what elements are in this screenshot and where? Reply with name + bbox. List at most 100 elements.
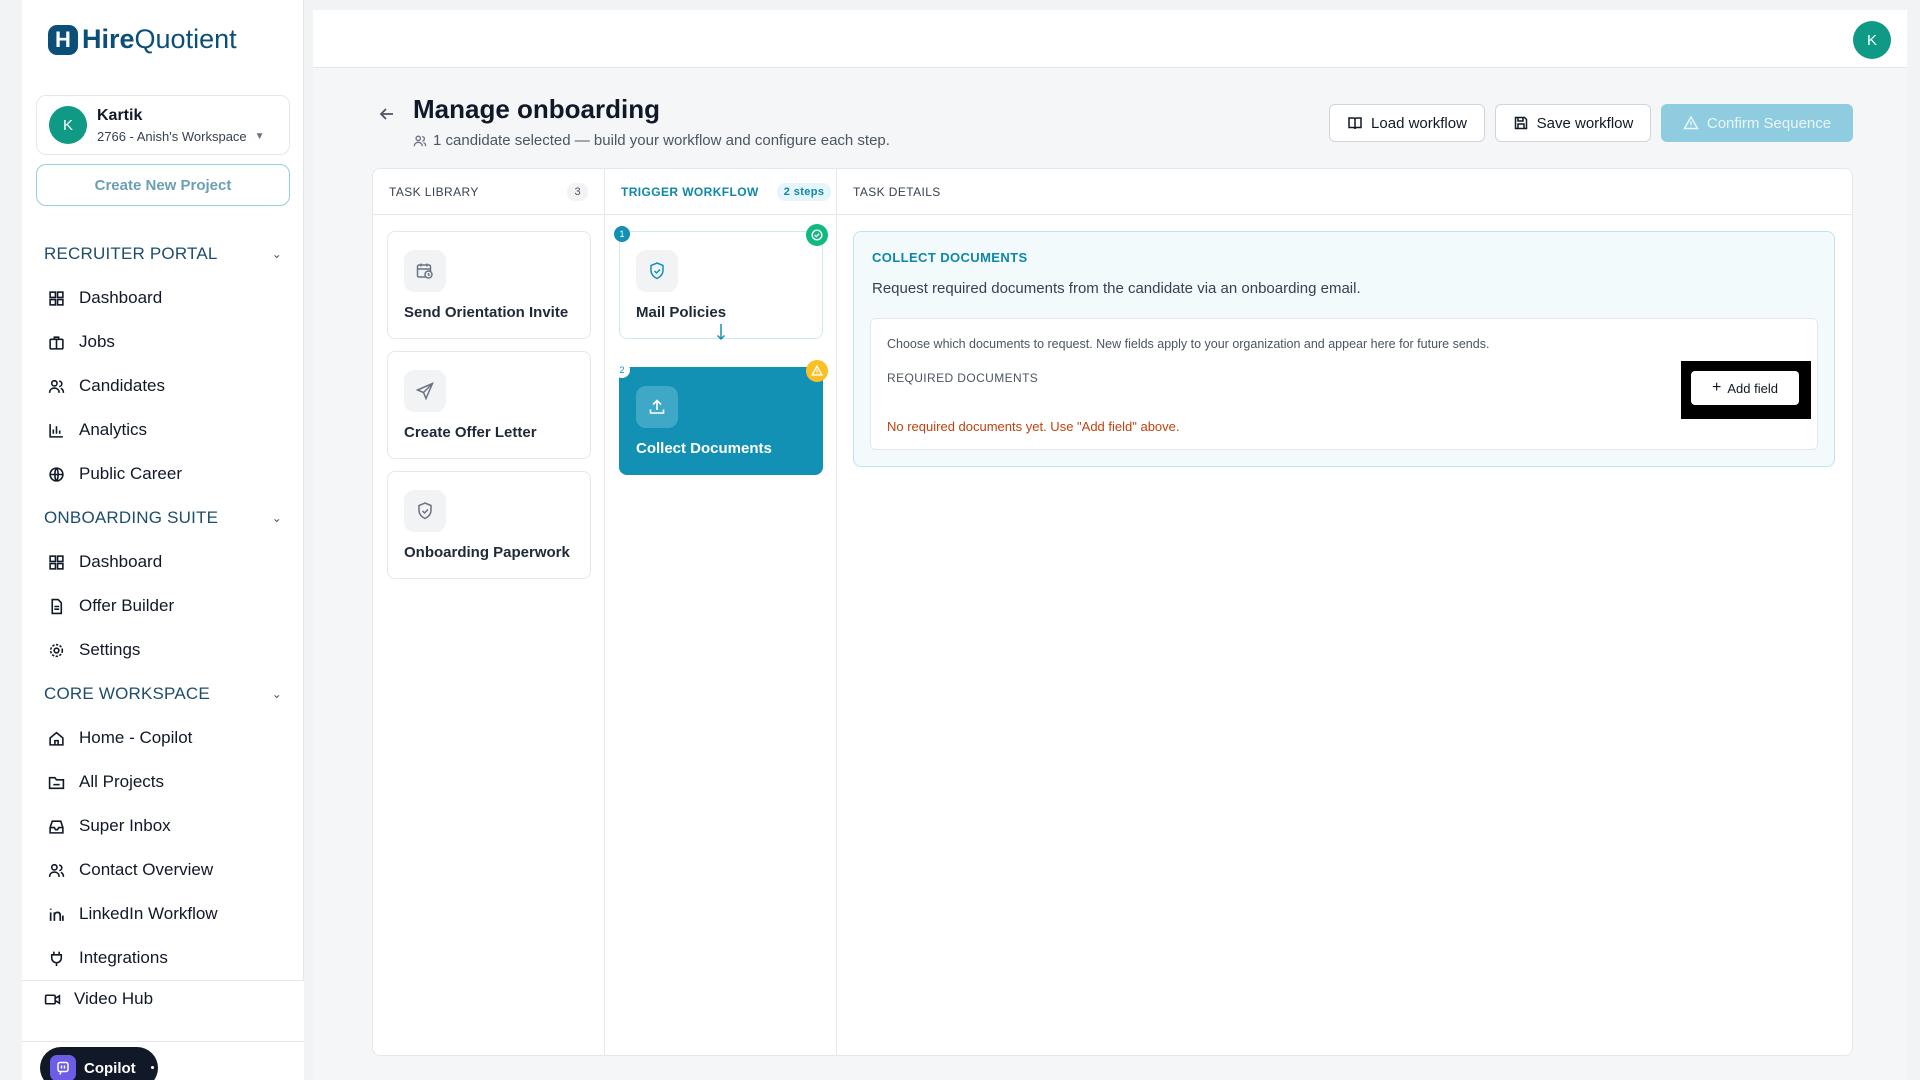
task-library-header: TASK LIBRARY 3 (373, 169, 604, 215)
home-icon (47, 729, 65, 747)
brand-name: HireQuotient (82, 24, 237, 54)
task-library-column: TASK LIBRARY 3 Send Orientation Invite C… (373, 169, 605, 1055)
collect-documents-panel: COLLECT DOCUMENTS Request required docum… (853, 231, 1835, 467)
nav-section-core-workspace[interactable]: CORE WORKSPACE ⌄ (22, 672, 304, 716)
task-card-label: Onboarding Paperwork (404, 544, 570, 561)
sidebar-item-public-career[interactable]: Public Career (22, 452, 304, 496)
status-dot (151, 1066, 154, 1069)
nav-section-recruiter-portal[interactable]: RECRUITER PORTAL ⌄ (22, 232, 304, 276)
workflow-step-label: Collect Documents (636, 440, 772, 457)
sidebar-item-home-copilot[interactable]: Home - Copilot (22, 716, 304, 760)
save-workflow-label: Save workflow (1536, 114, 1634, 132)
nav-section-title: RECRUITER PORTAL (44, 244, 218, 263)
grid-icon (47, 553, 65, 571)
inbox-icon (47, 817, 65, 835)
sidebar-item-integrations[interactable]: Integrations (22, 936, 304, 980)
add-field-button[interactable]: + Add field (1691, 371, 1799, 405)
globe-icon (47, 465, 65, 483)
brand-logo[interactable]: H HireQuotient (48, 24, 237, 55)
copilot-icon (50, 1055, 76, 1080)
copilot-button[interactable]: Copilot (40, 1047, 158, 1080)
sidebar-item-jobs[interactable]: Jobs (22, 320, 304, 364)
sidebar-item-video-hub[interactable]: Video Hub (44, 989, 153, 1009)
sidebar-item-label: Candidates (79, 376, 166, 395)
page-subtitle: 1 candidate selected — build your workfl… (413, 132, 890, 149)
sidebar-item-label: Integrations (79, 948, 168, 967)
users-icon (47, 377, 65, 395)
sidebar-item-super-inbox[interactable]: Super Inbox (22, 804, 304, 848)
warning-icon (806, 360, 828, 382)
bar-chart-icon (47, 421, 65, 439)
top-bar: K (313, 10, 1907, 68)
sidebar-item-contact-overview[interactable]: Contact Overview (22, 848, 304, 892)
sidebar-item-label: Dashboard (79, 288, 163, 307)
sidebar-item-all-projects[interactable]: All Projects (22, 760, 304, 804)
nav-section-onboarding-suite[interactable]: ONBOARDING SUITE ⌄ (22, 496, 304, 540)
add-field-label: Add field (1727, 380, 1778, 396)
workspace-switcher[interactable]: K Kartik 2766 - Anish's Workspace ▼ (36, 95, 290, 155)
subtitle-text: 1 candidate selected — build your workfl… (433, 132, 890, 149)
arrow-down-icon (716, 324, 726, 341)
briefcase-icon (47, 333, 65, 351)
check-circle-icon (806, 224, 828, 246)
divider (22, 1041, 304, 1042)
page-title: Manage onboarding (413, 94, 660, 124)
task-details-column: TASK DETAILS COLLECT DOCUMENTS Request r… (837, 169, 1852, 1055)
send-icon (404, 370, 446, 412)
book-icon (1348, 117, 1362, 130)
chevron-down-icon: ⌄ (271, 247, 282, 261)
workflow-board: TASK LIBRARY 3 Send Orientation Invite C… (372, 168, 1853, 1056)
load-workflow-button[interactable]: Load workflow (1329, 104, 1485, 142)
workspace-user-name: Kartik (97, 106, 143, 124)
create-new-project-button[interactable]: Create New Project (36, 164, 290, 206)
task-card-create-offer-letter[interactable]: Create Offer Letter (387, 351, 591, 459)
task-card-label: Send Orientation Invite (404, 304, 569, 321)
step-number-badge: 2 (614, 362, 630, 378)
steps-count-badge: 2 steps (776, 182, 832, 201)
sidebar-item-label: Public Career (79, 464, 182, 483)
load-workflow-label: Load workflow (1371, 114, 1467, 132)
confirm-sequence-label: Confirm Sequence (1706, 114, 1832, 132)
sidebar-item-label: LinkedIn Workflow (79, 904, 218, 923)
sidebar-item-label: Super Inbox (79, 816, 171, 835)
nav-section-title: ONBOARDING SUITE (44, 508, 219, 527)
chevron-down-icon: ▼ (254, 130, 265, 142)
workspace-name: 2766 - Anish's Workspace (97, 128, 247, 144)
sidebar-item-label: Contact Overview (79, 860, 214, 879)
sidebar-item-linkedin-workflow[interactable]: LinkedIn Workflow (22, 892, 304, 936)
task-description: Request required documents from the cand… (872, 280, 1361, 297)
sidebar-item-label: Jobs (79, 332, 115, 351)
required-documents-label: REQUIRED DOCUMENTS (887, 371, 1039, 385)
sidebar-item-analytics[interactable]: Analytics (22, 408, 304, 452)
users-icon (47, 861, 65, 879)
user-avatar[interactable]: K (1853, 21, 1891, 59)
sidebar-item-dashboard[interactable]: Dashboard (22, 276, 304, 320)
back-arrow-icon[interactable] (377, 104, 397, 124)
sidebar-item-offer-builder[interactable]: Offer Builder (22, 584, 304, 628)
workflow-step-collect-documents[interactable]: 2 Collect Documents (614, 360, 828, 475)
main-content: Manage onboarding 1 candidate selected —… (313, 68, 1907, 1080)
task-card-onboarding-paperwork[interactable]: Onboarding Paperwork (387, 471, 591, 579)
upload-icon (636, 386, 678, 428)
required-documents-box: Choose which documents to request. New f… (870, 318, 1818, 450)
sidebar-item-candidates[interactable]: Candidates (22, 364, 304, 408)
sidebar-item-onboarding-dashboard[interactable]: Dashboard (22, 540, 304, 584)
sidebar-nav: RECRUITER PORTAL ⌄ Dashboard Jobs Candid… (22, 232, 304, 980)
workspace-name-row: 2766 - Anish's Workspace ▼ (97, 129, 265, 144)
grid-icon (47, 289, 65, 307)
sidebar-item-label: Video Hub (74, 989, 154, 1008)
video-icon (44, 990, 62, 1008)
plus-icon: + (1712, 379, 1722, 396)
sidebar-item-settings[interactable]: Settings (22, 628, 304, 672)
chevron-down-icon: ⌄ (271, 511, 282, 525)
task-library-title: TASK LIBRARY (389, 184, 479, 199)
sidebar-item-label: Offer Builder (79, 596, 175, 615)
task-card-send-orientation-invite[interactable]: Send Orientation Invite (387, 231, 591, 339)
task-details-title: TASK DETAILS (853, 184, 941, 199)
confirm-sequence-button[interactable]: Confirm Sequence (1661, 104, 1853, 142)
sidebar: H HireQuotient K Kartik 2766 - Anish's W… (22, 0, 304, 1080)
brand-mark-icon: H (48, 24, 78, 55)
plug-icon (47, 949, 65, 967)
documents-hint: Choose which documents to request. New f… (887, 337, 1490, 351)
save-workflow-button[interactable]: Save workflow (1495, 104, 1651, 142)
